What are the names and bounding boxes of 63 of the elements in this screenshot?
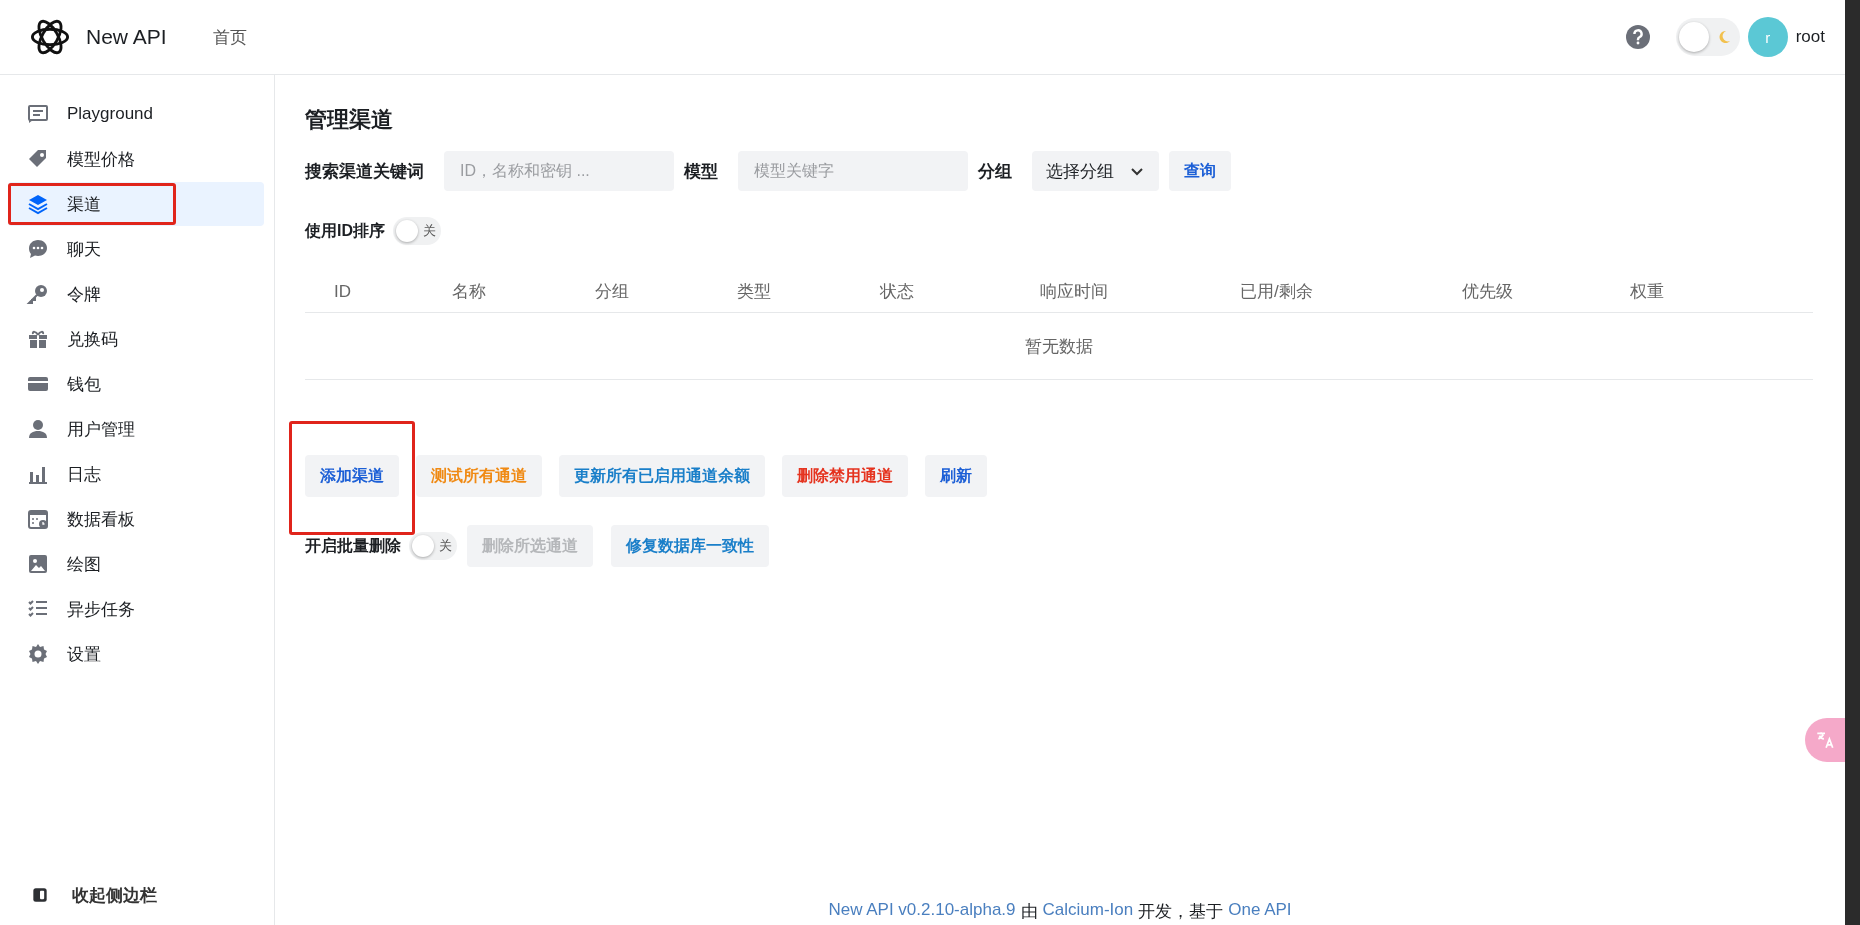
action-button[interactable]: 修复数据库一致性 xyxy=(611,525,769,567)
footer-link[interactable]: New API v0.2.10-alpha.9 xyxy=(828,900,1016,923)
footer-link[interactable]: Calcium-Ion xyxy=(1042,900,1134,923)
sidebar-item[interactable]: 渠道 xyxy=(8,182,264,226)
user-icon xyxy=(26,417,50,441)
column-header: 响应时间 xyxy=(1039,281,1109,303)
brand-name: New API xyxy=(86,25,167,49)
sidebar-item[interactable]: Playground xyxy=(8,92,264,136)
action-button[interactable]: 刷新 xyxy=(925,455,987,497)
scrollbar[interactable] xyxy=(1845,0,1860,925)
sidebar-item[interactable]: 日志 xyxy=(8,452,264,496)
sidebar-item[interactable]: 用户管理 xyxy=(8,407,264,451)
empty-message: 暂无数据 xyxy=(1025,335,1093,358)
help-icon[interactable] xyxy=(1625,25,1650,49)
column-header: 已用/剩余 xyxy=(1239,281,1314,303)
group-select[interactable]: 选择分组 xyxy=(1032,151,1159,191)
column-header: 权重 xyxy=(1629,281,1665,303)
sidebar-item[interactable]: 兑换码 xyxy=(8,317,264,361)
column-header: 名称 xyxy=(451,281,487,303)
theme-toggle[interactable] xyxy=(1675,18,1740,56)
footer-text: 开发，基于 xyxy=(1138,901,1224,923)
column-header: 优先级 xyxy=(1461,281,1514,303)
key-icon xyxy=(26,282,50,306)
filter-label: 搜索渠道关键词 xyxy=(305,160,424,183)
footer-link[interactable]: One API xyxy=(1228,900,1292,923)
action-button[interactable]: 添加渠道 xyxy=(305,455,399,497)
toggle-label: 开启批量删除 xyxy=(305,535,401,556)
search-field[interactable]: 模型关键字 xyxy=(738,151,968,191)
toggle-switch[interactable]: 关 xyxy=(409,532,457,560)
settings-icon xyxy=(26,642,50,666)
sidebar-item[interactable]: 令牌 xyxy=(8,272,264,316)
layers-icon xyxy=(26,192,50,216)
chat-icon xyxy=(26,102,50,126)
collapse-sidebar-button[interactable]: 收起侧边栏 xyxy=(8,873,264,917)
chat-bubble-icon xyxy=(26,237,50,261)
column-header: ID xyxy=(333,281,352,302)
nav-link[interactable]: 首页 xyxy=(208,19,251,55)
action-button[interactable]: 更新所有已启用通道余额 xyxy=(559,455,765,497)
sidebar-item[interactable]: 异步任务 xyxy=(8,587,264,631)
translate-icon xyxy=(1814,729,1836,751)
image-icon xyxy=(26,552,50,576)
column-header: 状态 xyxy=(879,281,915,303)
column-header: 分组 xyxy=(594,281,630,303)
filter-label: 分组 xyxy=(978,160,1012,183)
calendar-clock-icon xyxy=(26,507,50,531)
sidebar-item[interactable]: 绘图 xyxy=(8,542,264,586)
column-header: 类型 xyxy=(736,281,772,303)
toggle-switch[interactable]: 关 xyxy=(393,217,441,245)
page-title: 管理渠道 xyxy=(305,106,394,134)
toggle-label: 使用ID排序 xyxy=(305,220,385,241)
translate-button[interactable] xyxy=(1805,718,1845,762)
sidebar-item[interactable]: 聊天 xyxy=(8,227,264,271)
user-name[interactable]: root xyxy=(1795,27,1825,47)
footer-text: 由 xyxy=(1020,901,1038,923)
sidebar-item[interactable]: 模型价格 xyxy=(8,137,264,181)
sidebar-item[interactable]: 设置 xyxy=(8,632,264,676)
sidebar-panel-icon xyxy=(30,885,50,905)
sidebar-item[interactable]: 钱包 xyxy=(8,362,264,406)
search-field[interactable]: ID，名称和密钥 ... xyxy=(444,151,674,191)
sidebar-item[interactable]: 数据看板 xyxy=(8,497,264,541)
action-button[interactable]: 删除禁用通道 xyxy=(782,455,908,497)
filter-label: 模型 xyxy=(684,160,718,183)
query-button[interactable]: 查询 xyxy=(1169,151,1231,191)
